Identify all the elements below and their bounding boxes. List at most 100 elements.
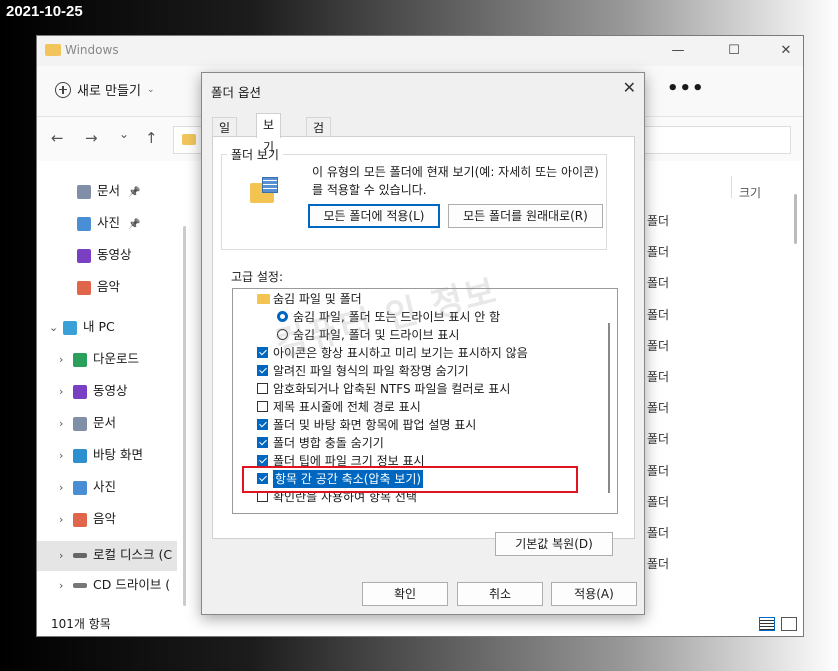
nav-item[interactable]: › 사진 bbox=[59, 476, 116, 498]
nav-item-label: CD 드라이브 ( bbox=[93, 577, 171, 592]
music-icon bbox=[73, 512, 87, 527]
maximize-icon[interactable]: ☐ bbox=[723, 40, 745, 62]
music-icon bbox=[77, 280, 91, 295]
nav-item[interactable]: 문서 📌 bbox=[77, 180, 140, 202]
desktop-icon bbox=[73, 448, 87, 463]
checkbox[interactable] bbox=[257, 365, 268, 376]
file-row-type[interactable]: 폴더 bbox=[647, 243, 669, 260]
file-row-type[interactable]: 폴더 bbox=[647, 399, 669, 416]
reset-folders-button[interactable]: 모든 폴더를 원래대로(R) bbox=[448, 204, 603, 228]
settings-scrollbar[interactable] bbox=[608, 323, 610, 493]
close-window-icon[interactable]: ✕ bbox=[775, 40, 797, 62]
file-row-type[interactable]: 폴더 bbox=[647, 274, 669, 291]
nav-item[interactable]: › 바탕 화면 bbox=[59, 444, 143, 466]
details-view-icon[interactable] bbox=[759, 617, 775, 631]
cancel-button[interactable]: 취소 bbox=[457, 582, 543, 606]
nav-item-label: 다운로드 bbox=[93, 351, 140, 366]
file-row-type[interactable]: 폴더 bbox=[647, 555, 669, 572]
back-icon[interactable]: ← bbox=[51, 129, 64, 147]
nav-item[interactable]: › 로컬 디스크 (C bbox=[59, 544, 172, 566]
checkbox[interactable] bbox=[257, 347, 268, 358]
up-icon[interactable]: ↑ bbox=[145, 129, 158, 147]
nav-item[interactable]: 동영상 bbox=[77, 244, 132, 266]
checkbox[interactable] bbox=[257, 383, 268, 394]
tab-general[interactable]: 일반 bbox=[212, 117, 238, 155]
nav-item-label: 로컬 디스크 (C bbox=[93, 547, 173, 562]
file-row-type[interactable]: 폴더 bbox=[647, 524, 669, 541]
apply-to-folders-button[interactable]: 모든 폴더에 적용(L) bbox=[308, 204, 440, 228]
documents-icon bbox=[77, 184, 91, 199]
tab-view[interactable]: 보기 bbox=[256, 113, 282, 154]
nav-item[interactable]: › 문서 bbox=[59, 412, 116, 434]
new-button-label: 새로 만들기 bbox=[77, 84, 141, 99]
chevron-right-icon[interactable]: › bbox=[59, 445, 73, 467]
nav-item-label: 동영상 bbox=[97, 247, 132, 262]
setting-label: 폴더 병합 충돌 숨기기 bbox=[273, 436, 384, 450]
dialog-title: 폴더 옵션 bbox=[211, 85, 261, 100]
folder-view-icon bbox=[250, 177, 278, 203]
file-row-type[interactable]: 폴더 bbox=[647, 462, 669, 479]
folder-icon bbox=[45, 44, 61, 56]
downloads-icon bbox=[73, 352, 87, 367]
size-column-header[interactable]: 크기 bbox=[739, 184, 761, 201]
chevron-right-icon[interactable]: › bbox=[59, 413, 73, 435]
nav-item-label: 동영상 bbox=[93, 383, 128, 398]
nav-item[interactable]: ⌄ 내 PC bbox=[49, 316, 115, 338]
chevron-down-icon[interactable]: ⌄ bbox=[49, 317, 63, 339]
file-scrollbar[interactable] bbox=[794, 194, 797, 244]
videos-icon bbox=[73, 384, 87, 399]
advanced-settings-label: 고급 설정: bbox=[231, 270, 284, 284]
nav-item-label: 사진 bbox=[93, 479, 117, 494]
recent-dropdown-icon[interactable]: ⌄ bbox=[119, 127, 129, 141]
file-row-type[interactable]: 폴더 bbox=[647, 368, 669, 385]
nav-item[interactable]: › 동영상 bbox=[59, 380, 128, 402]
checkbox[interactable] bbox=[257, 437, 268, 448]
forward-icon[interactable]: → bbox=[85, 129, 98, 147]
chevron-right-icon[interactable]: › bbox=[59, 575, 73, 597]
pin-icon: 📌 bbox=[128, 187, 141, 198]
pin-icon: 📌 bbox=[128, 219, 141, 230]
documents-icon bbox=[73, 416, 87, 431]
setting-label: 암호화되거나 압축된 NTFS 파일을 컬러로 표시 bbox=[273, 382, 511, 396]
item-count: 101개 항목 bbox=[51, 617, 111, 631]
chevron-right-icon[interactable]: › bbox=[59, 509, 73, 531]
drive-icon bbox=[73, 553, 87, 558]
chevron-right-icon[interactable]: › bbox=[59, 545, 73, 567]
nav-item[interactable]: 사진 📌 bbox=[77, 212, 140, 234]
minimize-icon[interactable]: — bbox=[667, 40, 689, 62]
setting-label: 알려진 파일 형식의 파일 확장명 숨기기 bbox=[273, 364, 469, 378]
checkbox[interactable] bbox=[257, 419, 268, 430]
chevron-right-icon[interactable]: › bbox=[59, 381, 73, 403]
folder-view-description: 이 유형의 모든 폴더에 현재 보기(예: 자세히 또는 아이콘)를 적용할 수… bbox=[312, 165, 599, 197]
nav-item[interactable]: › 다운로드 bbox=[59, 348, 139, 370]
file-row-type[interactable]: 폴더 bbox=[647, 337, 669, 354]
column-divider bbox=[731, 176, 732, 198]
close-icon[interactable]: ✕ bbox=[623, 78, 636, 97]
nav-item-label: 음악 bbox=[93, 511, 117, 526]
file-row-type[interactable]: 폴더 bbox=[647, 306, 669, 323]
navigation-pane: 문서 📌 사진 📌 동영상 음악 ⌄ 내 PC › 다운로드 › 동영상 › 문서 › 바탕 화면 › 사진 › 음악… bbox=[37, 160, 177, 610]
file-row-type[interactable]: 폴더 bbox=[647, 493, 669, 510]
tab-search[interactable]: 검색 bbox=[306, 117, 332, 155]
highlight-box bbox=[242, 466, 578, 493]
chevron-down-icon: ⌄ bbox=[146, 84, 155, 95]
file-row-type[interactable]: 폴더 bbox=[647, 430, 669, 447]
pc-icon bbox=[63, 320, 77, 335]
nav-item[interactable]: 음악 bbox=[77, 276, 120, 298]
chevron-right-icon[interactable]: › bbox=[59, 349, 73, 371]
nav-item[interactable]: › 음악 bbox=[59, 508, 116, 530]
setting-label: 제목 표시줄에 전체 경로 표시 bbox=[273, 400, 421, 414]
apply-button[interactable]: 적용(A) bbox=[551, 582, 637, 606]
checkbox[interactable] bbox=[257, 401, 268, 412]
folder-icon bbox=[257, 294, 270, 304]
chevron-right-icon[interactable]: › bbox=[59, 477, 73, 499]
tiles-view-icon[interactable] bbox=[781, 617, 797, 631]
restore-defaults-button[interactable]: 기본값 복원(D) bbox=[495, 532, 613, 556]
new-button[interactable]: 새로 만들기 ⌄ bbox=[55, 80, 154, 99]
file-row-type[interactable]: 폴더 bbox=[647, 212, 669, 229]
nav-scrollbar[interactable] bbox=[183, 226, 186, 606]
checkbox[interactable] bbox=[257, 455, 268, 466]
ok-button[interactable]: 확인 bbox=[362, 582, 448, 606]
more-options-icon[interactable]: ••• bbox=[667, 78, 705, 99]
nav-item[interactable]: › CD 드라이브 ( bbox=[59, 574, 170, 596]
